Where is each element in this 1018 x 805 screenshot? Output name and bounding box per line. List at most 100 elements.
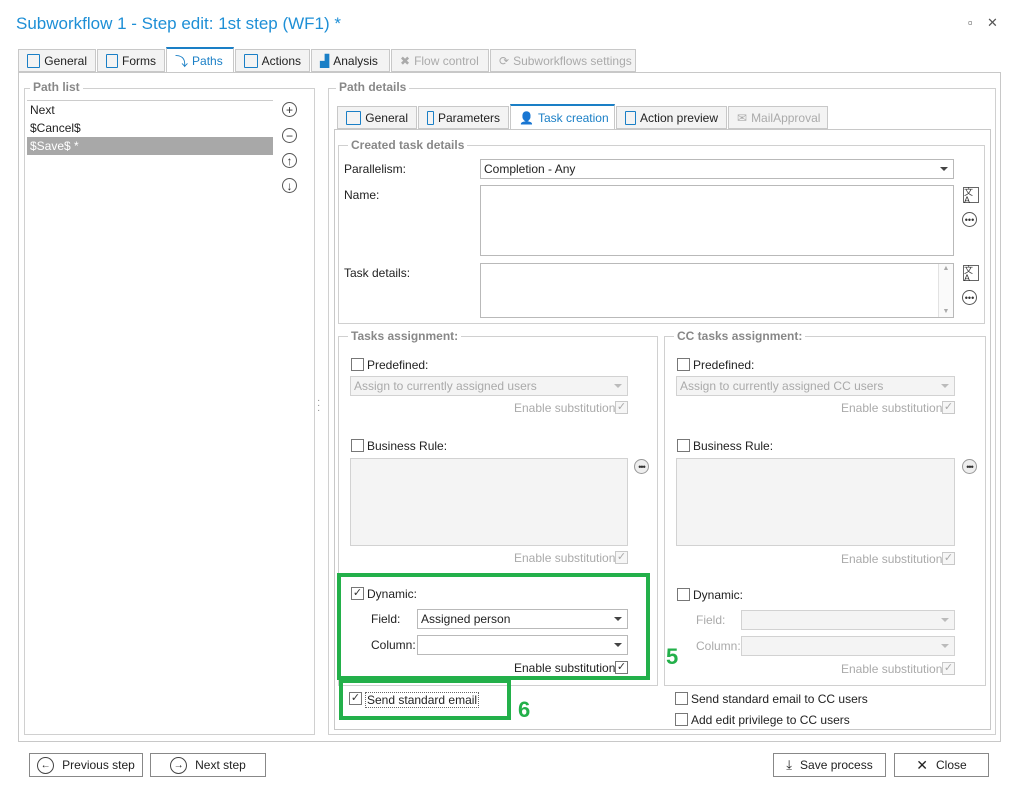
cc-business-rule-checkbox[interactable] — [677, 439, 690, 452]
more-options-icon[interactable]: ••• — [962, 290, 977, 305]
path-details-title: Path details — [336, 80, 410, 94]
close-icon: ✕ — [916, 756, 929, 773]
enable-substitutions-checkbox[interactable]: ✓ — [615, 401, 628, 414]
tasks-assignment-title: Tasks assignment: — [348, 329, 462, 343]
enable-substitutions-label: Enable substitutions — [514, 551, 622, 565]
predefined-checkbox[interactable] — [351, 358, 364, 371]
tab-details-general[interactable]: General — [337, 106, 417, 129]
tab-actions[interactable]: Actions — [235, 49, 310, 72]
next-step-button[interactable]: → Next step — [150, 753, 266, 777]
enable-substitutions-checkbox[interactable]: ✓ — [615, 551, 628, 564]
save-process-button[interactable]: ⤓ Save process — [773, 753, 886, 777]
cc-predefined-label: Predefined: — [693, 358, 755, 372]
analysis-icon: ▟ — [320, 53, 330, 68]
dynamic-highlight-box — [337, 573, 650, 680]
tab-subworkflows-settings[interactable]: ⟳ Subworkflows settings — [490, 49, 636, 72]
created-task-title: Created task details — [348, 138, 468, 152]
path-list-group — [24, 88, 315, 735]
tab-parameters[interactable]: Parameters — [418, 106, 509, 129]
cc-enable-substitutions-checkbox[interactable]: ✓ — [942, 552, 955, 565]
cc-business-rule-label: Business Rule: — [693, 439, 774, 453]
chevron-down-icon — [941, 618, 949, 622]
previous-step-button[interactable]: ← Previous step — [29, 753, 143, 777]
tab-forms[interactable]: Forms — [97, 49, 165, 72]
enable-substitutions-label: Enable substitutions — [514, 401, 622, 415]
cc-field-select[interactable] — [741, 610, 955, 630]
business-rule-checkbox[interactable] — [351, 439, 364, 452]
cc-enable-substitutions-label: Enable substitutions — [841, 662, 949, 676]
user-task-icon: 👤 — [519, 110, 534, 125]
remove-path-icon[interactable]: − — [282, 128, 297, 143]
business-rule-input[interactable] — [350, 458, 628, 546]
tab-paths[interactable]: ⤵ Paths — [166, 47, 234, 73]
preview-icon — [625, 110, 636, 125]
more-options-icon[interactable]: ••• — [962, 212, 977, 227]
close-icon[interactable]: ✕ — [987, 15, 998, 31]
move-up-icon[interactable]: ↑ — [282, 153, 297, 168]
save-icon: ⤓ — [786, 757, 793, 772]
parameters-icon — [427, 110, 434, 125]
move-down-icon[interactable]: ↓ — [282, 178, 297, 193]
scrollbar[interactable]: ▲ ▼ — [938, 264, 953, 317]
cc-column-label: Column: — [696, 639, 741, 653]
cc-column-select[interactable] — [741, 636, 955, 656]
window-icon — [346, 110, 362, 125]
name-input[interactable] — [480, 185, 954, 256]
mail-icon: ✉ — [737, 110, 748, 125]
predefined-select[interactable]: Assign to currently assigned users — [350, 376, 628, 396]
send-email-highlight-box — [339, 679, 511, 720]
paths-icon: ⤵ — [175, 54, 189, 69]
list-item[interactable]: $Save$ * — [27, 137, 273, 155]
cc-enable-substitutions-label: Enable substitutions — [841, 401, 949, 415]
send-cc-email-checkbox[interactable] — [675, 692, 688, 705]
tab-flow-control[interactable]: ✖ Flow control — [391, 49, 489, 72]
window-title: Subworkflow 1 - Step edit: 1st step (WF1… — [16, 14, 342, 33]
more-options-icon[interactable]: ••• — [634, 459, 649, 474]
path-list-title: Path list — [30, 80, 83, 94]
callout-5: 5 — [666, 644, 679, 669]
callout-6: 6 — [518, 697, 531, 722]
predefined-label: Predefined: — [367, 358, 429, 372]
cc-dynamic-label: Dynamic: — [693, 588, 744, 602]
translate-icon[interactable]: 文A — [963, 265, 979, 283]
cc-predefined-checkbox[interactable] — [677, 358, 690, 371]
more-options-icon[interactable]: ••• — [962, 459, 977, 474]
add-edit-privilege-checkbox[interactable] — [675, 713, 688, 726]
parallelism-select[interactable]: Completion - Any — [480, 159, 954, 179]
cc-assignment-title: CC tasks assignment: — [674, 329, 806, 343]
list-item[interactable]: $Cancel$ — [27, 119, 273, 137]
add-path-icon[interactable]: + — [282, 102, 297, 117]
tab-action-preview[interactable]: Action preview — [616, 106, 727, 129]
name-label: Name: — [344, 188, 380, 202]
list-item[interactable]: Next — [27, 101, 273, 119]
translate-icon[interactable]: 文A — [963, 187, 979, 205]
arrow-right-icon: → — [170, 756, 188, 774]
chevron-down-icon — [614, 384, 622, 388]
business-rule-label: Business Rule: — [367, 439, 448, 453]
cc-dynamic-checkbox[interactable] — [677, 588, 690, 601]
flow-control-icon: ✖ — [400, 53, 411, 68]
tab-general[interactable]: General — [18, 49, 96, 72]
cc-enable-substitutions-checkbox[interactable]: ✓ — [942, 401, 955, 414]
cc-enable-substitutions-checkbox[interactable]: ✓ — [942, 662, 955, 675]
actions-icon — [244, 53, 258, 68]
chevron-down-icon — [940, 167, 948, 171]
parallelism-label: Parallelism: — [344, 162, 407, 176]
cc-field-label: Field: — [696, 613, 726, 627]
splitter-handle[interactable]: · · · — [317, 396, 320, 416]
cc-business-rule-input[interactable] — [676, 458, 955, 546]
tab-analysis[interactable]: ▟ Analysis — [311, 49, 390, 72]
tab-mailapproval[interactable]: ✉ MailApproval — [728, 106, 828, 129]
send-cc-email-label: Send standard email to CC users — [691, 692, 868, 706]
task-details-input[interactable]: ▲ ▼ — [480, 263, 954, 318]
cc-predefined-select[interactable]: Assign to currently assigned CC users — [676, 376, 955, 396]
maximize-icon[interactable]: ▫ — [968, 15, 973, 30]
add-edit-privilege-label: Add edit privilege to CC users — [691, 713, 850, 727]
close-button[interactable]: ✕ Close — [894, 753, 989, 777]
form-icon — [106, 53, 118, 68]
arrow-left-icon: ← — [37, 756, 55, 774]
task-details-label: Task details: — [344, 266, 411, 280]
cc-enable-substitutions-label: Enable substitutions — [841, 552, 949, 566]
window-icon — [27, 53, 41, 68]
tab-task-creation[interactable]: 👤 Task creation — [510, 104, 615, 130]
